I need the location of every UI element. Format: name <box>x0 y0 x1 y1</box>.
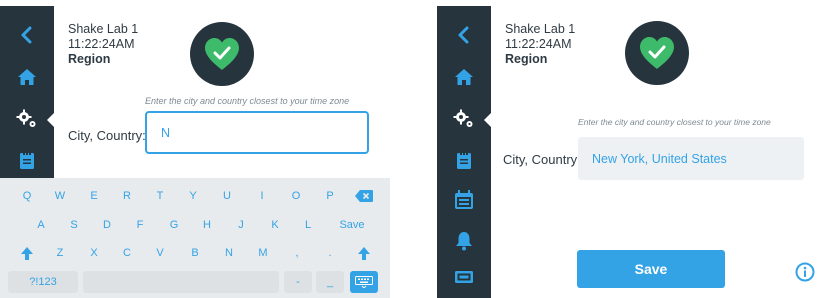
key-l[interactable]: L <box>294 214 322 236</box>
active-indicator <box>484 112 492 128</box>
key-hyphen[interactable]: - <box>284 271 312 293</box>
city-country-input[interactable]: N <box>145 111 369 154</box>
key-g[interactable]: G <box>160 214 188 236</box>
key-b[interactable]: B <box>181 242 209 264</box>
notepad-icon[interactable] <box>437 143 491 177</box>
home-icon[interactable] <box>437 60 491 94</box>
key-x[interactable]: X <box>80 242 108 264</box>
settings-gears-icon[interactable] <box>437 102 492 136</box>
back-icon[interactable] <box>0 18 54 52</box>
device-name: Shake Lab 1 <box>68 22 139 36</box>
timezone-hint: Enter the city and country closest to yo… <box>578 117 771 127</box>
save-button[interactable]: Save <box>577 250 725 288</box>
status-badge <box>190 22 254 86</box>
key-w[interactable]: W <box>46 185 74 207</box>
symbols-mode-key[interactable]: ?!123 <box>8 271 78 293</box>
sidebar <box>437 6 492 298</box>
key-period[interactable]: . <box>316 242 344 264</box>
section-title: Region <box>68 52 111 66</box>
on-screen-keyboard: Q W E R T Y U I O P A S D F G H J K L Sa… <box>0 178 390 298</box>
key-d[interactable]: D <box>93 214 121 236</box>
key-a[interactable]: A <box>27 214 55 236</box>
key-q[interactable]: Q <box>13 185 41 207</box>
bell-icon[interactable] <box>437 224 491 258</box>
city-country-input-value: New York, United States <box>592 151 727 166</box>
key-i[interactable]: I <box>248 185 276 207</box>
key-n[interactable]: N <box>215 242 243 264</box>
key-f[interactable]: F <box>126 214 154 236</box>
screen-confirmed: Shake Lab 1 11:22:24AM Region Enter the … <box>437 6 820 298</box>
device-time: 11:22:24AM <box>505 37 572 51</box>
device-header: Shake Lab 1 11:22:24AM Region <box>68 22 138 67</box>
key-s[interactable]: S <box>60 214 88 236</box>
device-time: 11:22:24AM <box>68 37 135 51</box>
keyboard-hide-icon[interactable] <box>350 271 378 293</box>
key-e[interactable]: E <box>80 185 108 207</box>
key-comma[interactable]: , <box>283 242 311 264</box>
calendar-icon[interactable] <box>437 183 491 217</box>
section-title: Region <box>505 52 548 66</box>
key-z[interactable]: Z <box>46 242 74 264</box>
key-h[interactable]: H <box>193 214 221 236</box>
device-name: Shake Lab 1 <box>505 22 576 36</box>
shift-left-icon[interactable] <box>13 242 41 264</box>
backspace-icon[interactable] <box>350 185 378 207</box>
heart-check-icon <box>640 37 674 69</box>
keyboard-save-key[interactable]: Save <box>328 214 376 236</box>
key-r[interactable]: R <box>113 185 141 207</box>
key-u[interactable]: U <box>213 185 241 207</box>
status-badge <box>625 21 689 85</box>
key-k[interactable]: K <box>261 214 289 236</box>
active-indicator <box>47 112 55 128</box>
key-j[interactable]: J <box>227 214 255 236</box>
key-t[interactable]: T <box>146 185 174 207</box>
screen-editing: Shake Lab 1 11:22:24AM Region Enter the … <box>0 6 390 298</box>
key-v[interactable]: V <box>146 242 174 264</box>
notepad-icon[interactable] <box>0 143 54 177</box>
city-country-input[interactable]: New York, United States <box>578 137 804 180</box>
city-country-label: City, Country: <box>503 152 581 167</box>
city-country-label: City, Country: <box>68 128 146 143</box>
display-icon[interactable] <box>437 260 491 294</box>
key-p[interactable]: P <box>316 185 344 207</box>
settings-gears-icon[interactable] <box>0 102 55 136</box>
city-country-input-value: N <box>161 125 171 140</box>
key-y[interactable]: Y <box>179 185 207 207</box>
shift-right-icon[interactable] <box>350 242 378 264</box>
info-icon[interactable] <box>795 262 815 287</box>
key-c[interactable]: C <box>113 242 141 264</box>
timezone-hint: Enter the city and country closest to yo… <box>145 96 350 106</box>
key-o[interactable]: O <box>282 185 310 207</box>
device-header: Shake Lab 1 11:22:24AM Region <box>505 22 575 67</box>
key-m[interactable]: M <box>249 242 277 264</box>
space-key[interactable] <box>83 271 279 293</box>
heart-check-icon <box>205 38 239 70</box>
back-icon[interactable] <box>437 18 491 52</box>
home-icon[interactable] <box>0 60 54 94</box>
key-underscore[interactable]: _ <box>316 271 344 293</box>
